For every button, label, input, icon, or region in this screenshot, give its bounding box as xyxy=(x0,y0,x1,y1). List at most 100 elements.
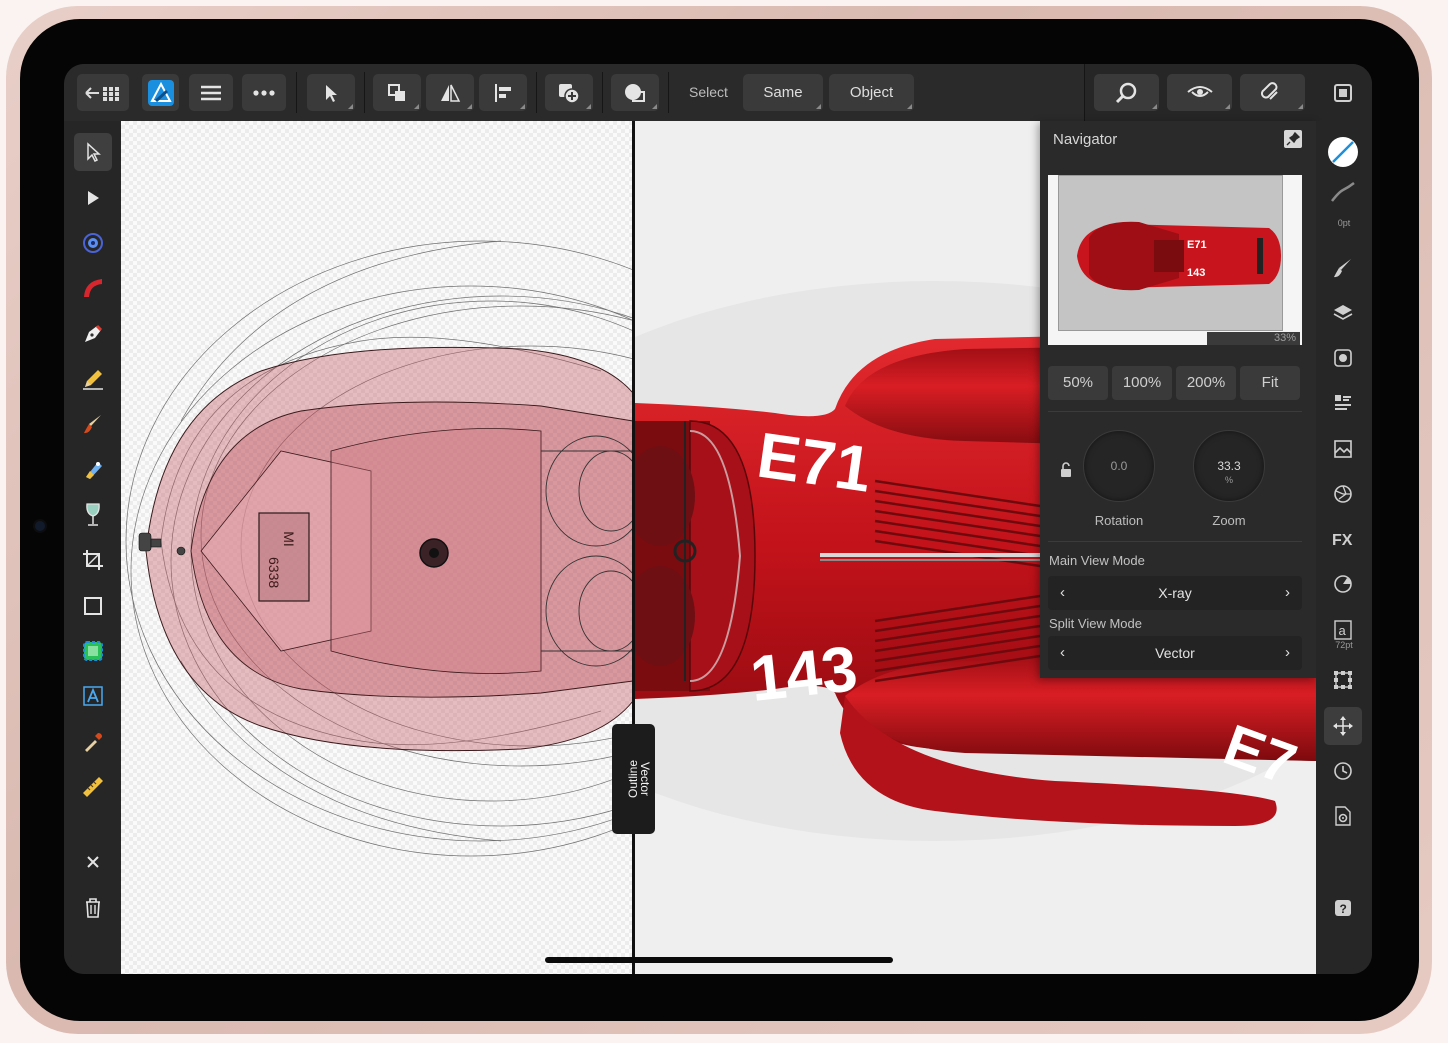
select-label: Select xyxy=(689,84,728,100)
help-button[interactable]: ? xyxy=(1324,889,1362,927)
fill-color-icon xyxy=(1328,137,1358,167)
crop-tool[interactable] xyxy=(74,541,112,579)
navigator-zoom-readout: 33% xyxy=(1207,332,1300,345)
pencil-icon xyxy=(83,370,103,390)
fill-tool[interactable] xyxy=(74,451,112,489)
eyedropper-icon xyxy=(85,733,102,752)
ruler-icon xyxy=(83,777,103,797)
transparency-tool[interactable] xyxy=(74,496,112,534)
boolean-add-button[interactable] xyxy=(545,74,593,111)
thumb-number-bottom: 143 xyxy=(1187,267,1205,279)
divider xyxy=(1048,411,1302,412)
symbols-panel-button[interactable] xyxy=(1324,475,1362,513)
measure-tool[interactable] xyxy=(74,768,112,806)
image-panel-icon xyxy=(1334,440,1352,458)
main-view-mode-selector[interactable]: ‹ X-ray › xyxy=(1048,576,1302,610)
delete-button[interactable] xyxy=(74,889,112,927)
view-tool-button[interactable] xyxy=(1094,74,1159,111)
zoom-50-button[interactable]: 50% xyxy=(1048,366,1108,400)
zoom-200-button[interactable]: 200% xyxy=(1176,366,1236,400)
magnet-icon xyxy=(1260,81,1278,100)
brushes-panel-button[interactable] xyxy=(1324,249,1362,287)
paragraph-list-icon xyxy=(1335,395,1351,410)
car-thumbnail: E71 143 xyxy=(1077,221,1281,291)
stroke-width-label: 0pt xyxy=(1337,218,1351,228)
chevron-right-icon[interactable]: › xyxy=(1285,644,1290,661)
text-frame-icon xyxy=(83,686,103,706)
chevron-right-icon[interactable]: › xyxy=(1285,584,1290,601)
assets-panel-button[interactable] xyxy=(1324,430,1362,468)
studio-bar: 0pt FX a 72pt ? xyxy=(1316,121,1372,974)
split-view-divider[interactable] xyxy=(632,121,635,974)
node-arrow-icon xyxy=(88,191,99,205)
pencil-tool[interactable] xyxy=(74,360,112,398)
navigator-panel: Navigator E71 143 33% 50% 100% 200% Fit xyxy=(1040,121,1316,678)
navigator-panel-button[interactable] xyxy=(1324,707,1362,745)
appearance-panel-button[interactable] xyxy=(1324,339,1362,377)
text-size-label: 72pt xyxy=(1335,640,1353,650)
history-panel-button[interactable] xyxy=(1324,752,1362,790)
svg-text:?: ? xyxy=(1340,902,1347,916)
pin-icon[interactable] xyxy=(1284,130,1302,148)
corner-tool[interactable] xyxy=(74,224,112,262)
document-settings-button[interactable] xyxy=(1324,797,1362,835)
vector-brush-tool[interactable] xyxy=(74,405,112,443)
navigator-title: Navigator xyxy=(1053,131,1118,148)
toolbar-separator xyxy=(668,72,669,113)
effects-panel-button[interactable]: FX xyxy=(1324,520,1362,558)
flip-button[interactable] xyxy=(426,74,474,111)
split-view-handle[interactable]: Outline Vector xyxy=(612,724,655,834)
color-panel-button[interactable] xyxy=(1324,565,1362,603)
close-selection-button[interactable] xyxy=(74,843,112,881)
view-mode-button[interactable] xyxy=(1167,74,1232,111)
color-swatch-button[interactable] xyxy=(1324,133,1362,171)
transform-panel-button[interactable] xyxy=(1324,661,1362,699)
shape-builder-tool[interactable] xyxy=(74,269,112,307)
plate-text-1: MI xyxy=(281,531,297,547)
pen-tool[interactable] xyxy=(74,315,112,353)
appearance-icon xyxy=(1334,349,1352,367)
select-same-button[interactable]: Same xyxy=(743,74,823,111)
snapping-button[interactable] xyxy=(1240,74,1305,111)
rotation-dial[interactable]: 0.0 xyxy=(1083,430,1155,502)
rectangle-tool[interactable] xyxy=(74,587,112,625)
select-object-button[interactable]: Object xyxy=(829,74,914,111)
stroke-button[interactable] xyxy=(1324,178,1362,206)
zoom-fit-button[interactable]: Fit xyxy=(1240,366,1300,400)
top-toolbar: Select Same Object xyxy=(64,64,1372,121)
back-to-gallery-button[interactable] xyxy=(77,74,129,111)
layers-panel-button[interactable] xyxy=(1324,294,1362,332)
lock-icon[interactable] xyxy=(1060,462,1072,478)
brush-stroke-icon xyxy=(1334,259,1351,278)
designer-persona-button[interactable] xyxy=(142,74,179,111)
geometry-button[interactable] xyxy=(611,74,659,111)
more-button[interactable] xyxy=(242,74,286,111)
tools-panel xyxy=(64,121,121,974)
cursor-arrow-icon xyxy=(326,84,337,102)
align-button[interactable] xyxy=(479,74,527,111)
home-indicator[interactable] xyxy=(545,957,893,963)
character-panel-button[interactable] xyxy=(1324,384,1362,422)
ellipsis-icon xyxy=(253,89,275,96)
split-view-mode-selector[interactable]: ‹ Vector › xyxy=(1048,636,1302,670)
move-tool-button[interactable] xyxy=(307,74,355,111)
zoom-dial[interactable]: 33.3 % xyxy=(1193,430,1265,502)
node-tool[interactable] xyxy=(74,179,112,217)
zoom-100-button[interactable]: 100% xyxy=(1112,366,1172,400)
toolbar-separator xyxy=(364,72,365,113)
canvas-outline-view[interactable]: MI 6338 xyxy=(121,121,633,974)
navigator-thumbnail[interactable]: E71 143 33% xyxy=(1048,175,1302,345)
color-picker-tool[interactable] xyxy=(74,723,112,761)
document-button[interactable] xyxy=(1323,74,1363,111)
help-icon: ? xyxy=(1335,900,1351,916)
arrange-button[interactable] xyxy=(373,74,421,111)
clock-icon xyxy=(1334,762,1352,780)
move-tool[interactable] xyxy=(74,133,112,171)
place-image-tool[interactable] xyxy=(74,632,112,670)
split-right-mode-label: Vector xyxy=(638,761,653,797)
menu-button[interactable] xyxy=(189,74,233,111)
artistic-text-tool[interactable] xyxy=(74,677,112,715)
navigator-viewport[interactable]: E71 143 xyxy=(1058,175,1283,331)
front-camera xyxy=(33,519,47,533)
fx-icon: FX xyxy=(1332,532,1353,549)
